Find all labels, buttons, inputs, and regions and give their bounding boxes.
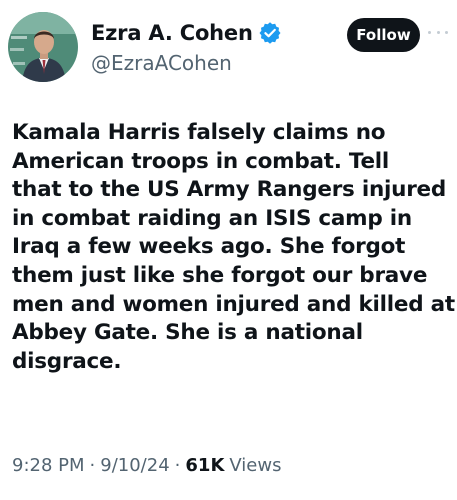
meta-separator: ·	[174, 455, 181, 476]
tweet-time[interactable]: 9:28 PM	[12, 455, 85, 476]
tweet-text-line: men and women injured and killed at	[12, 291, 455, 317]
tweet-text-line: disgrace.	[12, 348, 122, 374]
views-label: Views	[229, 455, 282, 476]
tweet-text-line: Kamala Harris falsely claims no	[12, 120, 386, 145]
author-name-row[interactable]: Ezra A. Cohen	[91, 18, 281, 48]
dot-icon	[445, 30, 448, 34]
tweet-date[interactable]: 9/10/24	[100, 455, 169, 476]
tweet-text: Kamala Harris falsely claims no American…	[12, 119, 455, 376]
author-handle[interactable]: @EzraACohen	[91, 51, 232, 75]
tweet-text-line: in combat raiding an ISIS camp in	[12, 205, 412, 231]
avatar[interactable]	[8, 12, 78, 82]
more-options-icon[interactable]	[428, 26, 448, 38]
views-count: 61K	[185, 455, 225, 476]
dot-icon	[436, 30, 440, 34]
follow-button[interactable]: Follow	[347, 18, 420, 52]
tweet-text-line: Iraq a few weeks ago. She forgot	[12, 234, 406, 260]
tweet-text-line: American troops in combat. Tell	[12, 148, 390, 174]
tweet-meta: 9:28 PM · 9/10/24 · 61K Views	[12, 455, 281, 476]
verified-badge-icon	[259, 22, 281, 44]
display-name[interactable]: Ezra A. Cohen	[91, 21, 253, 45]
meta-separator: ·	[89, 455, 96, 476]
tweet-text-line: Abbey Gate. She is a national	[12, 320, 363, 346]
tweet-text-line: them just like she forgot our brave	[12, 262, 428, 288]
dot-icon	[428, 30, 431, 34]
tweet-card: Ezra A. Cohen @EzraACohen Follow Kamala …	[0, 0, 457, 500]
tweet-text-line: that to the US Army Rangers injured	[12, 177, 447, 203]
